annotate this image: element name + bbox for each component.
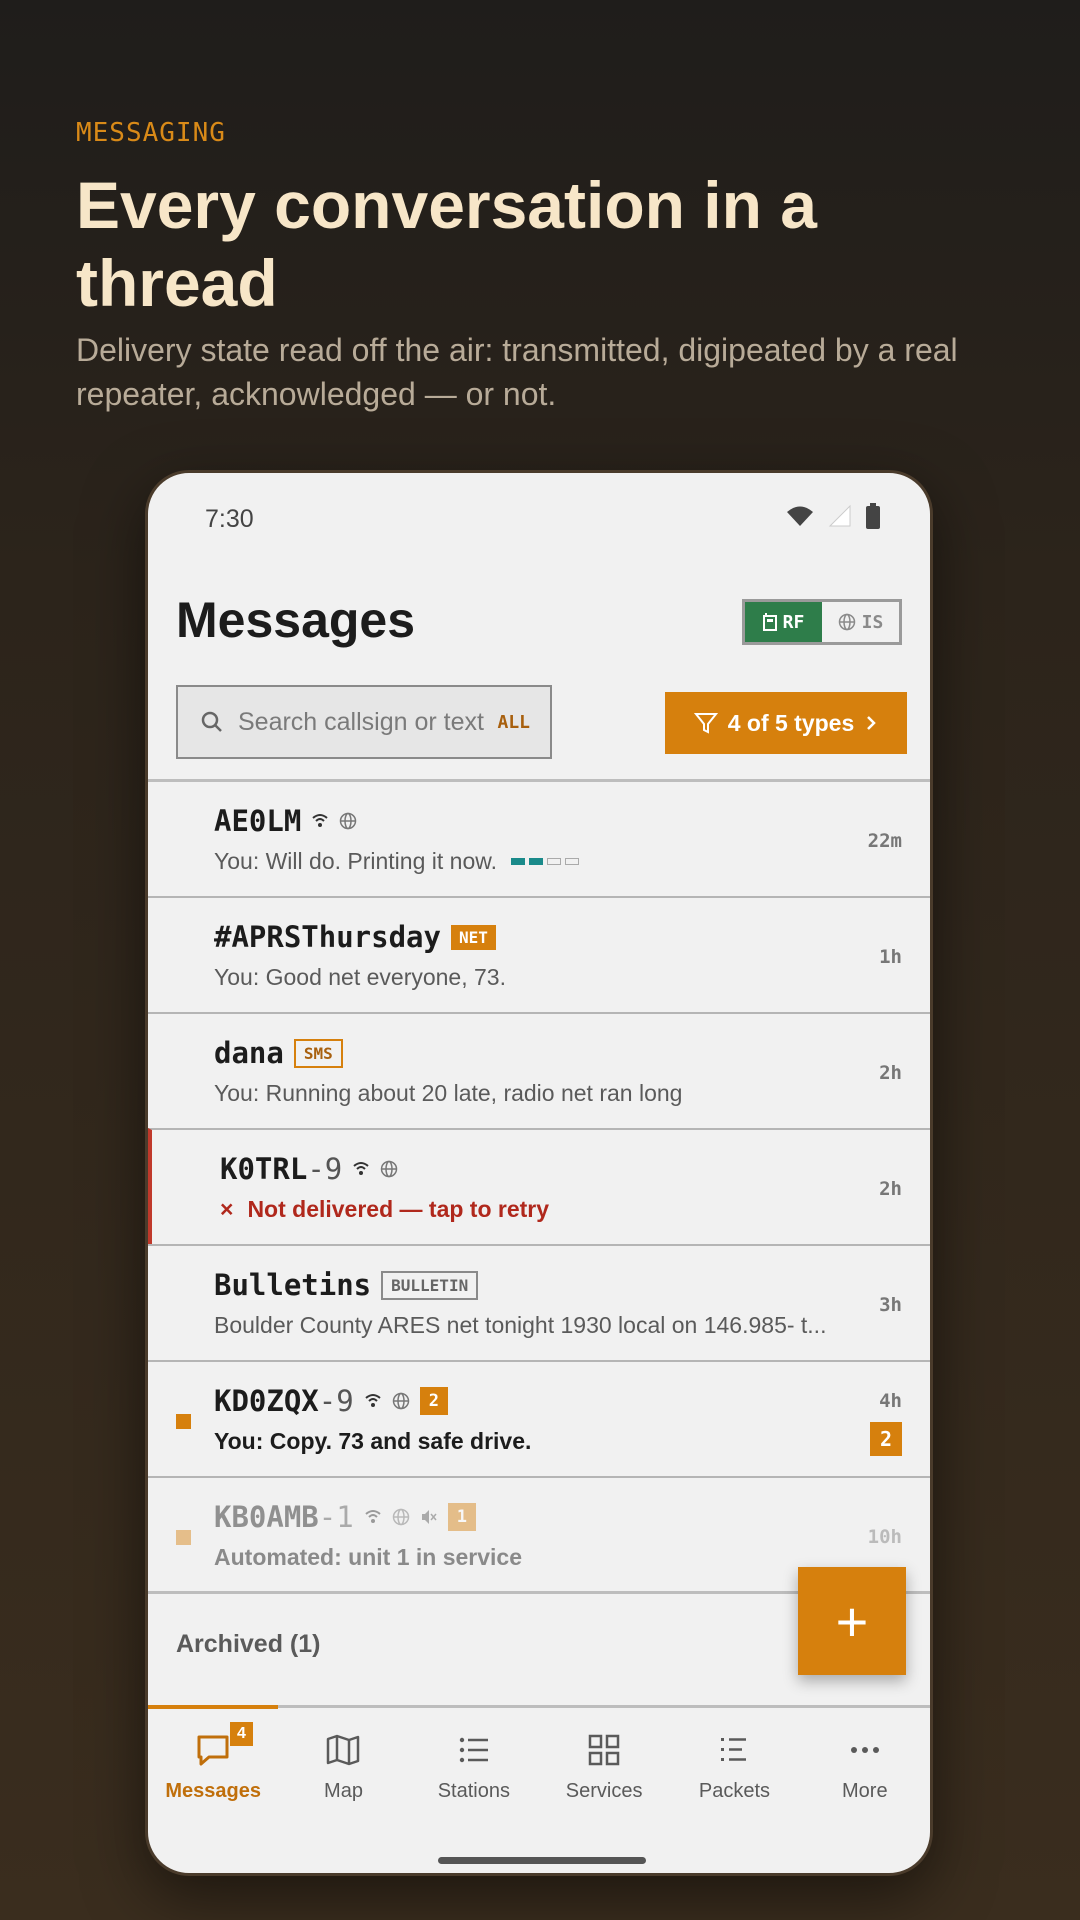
section-eyebrow: MESSAGING (76, 118, 226, 148)
messages-badge: 4 (230, 1722, 253, 1746)
wifi-icon (787, 506, 813, 526)
muted-speaker-icon (421, 1510, 437, 1524)
battery-icon (866, 503, 880, 529)
thread-row-unread[interactable]: KD0ZQX-9 2 You: Copy. 73 and safe drive.… (148, 1360, 930, 1476)
search-scope-button[interactable]: ALL (497, 712, 530, 733)
globe-icon (392, 1392, 409, 1410)
is-label: IS (861, 611, 884, 633)
delivery-state-indicator (510, 858, 579, 865)
retry-message[interactable]: × Not delivered — tap to retry (220, 1196, 860, 1223)
rf-is-toggle[interactable]: RF IS (742, 599, 902, 645)
is-toggle-option[interactable]: IS (822, 602, 899, 642)
nav-label: Services (565, 1780, 643, 1802)
nav-messages[interactable]: 4 Messages (148, 1708, 278, 1838)
cell-signal-icon (828, 504, 851, 527)
thread-preview: You: Running about 20 late, radio net ra… (214, 1080, 683, 1106)
unread-indicator (176, 1530, 191, 1545)
thread-preview: Not delivered — tap to retry (247, 1196, 550, 1222)
thread-preview: You: Will do. Printing it now. (214, 848, 497, 874)
message-count-badge: 1 (447, 1503, 476, 1531)
bottom-nav: 4 Messages Map Stations Services Packets… (148, 1705, 930, 1838)
nav-label: Map (324, 1780, 363, 1802)
thread-callsign: K0TRL-9 (220, 1152, 343, 1186)
search-icon (201, 711, 222, 732)
nav-label: Stations (437, 1780, 510, 1802)
rf-toggle-option[interactable]: RF (745, 602, 822, 642)
thread-time: 22m (867, 830, 902, 852)
error-mark: × (220, 1196, 234, 1222)
thread-callsign: Bulletins (214, 1268, 372, 1302)
grid-icon (588, 1734, 620, 1766)
nav-services[interactable]: Services (539, 1708, 669, 1838)
thread-callsign: dana (214, 1036, 284, 1070)
thread-row[interactable]: dana SMS You: Running about 20 late, rad… (148, 1012, 930, 1128)
radio-icon (762, 613, 777, 631)
sms-tag: SMS (293, 1038, 343, 1068)
search-placeholder: Search callsign or text (238, 707, 484, 736)
thread-callsign: #APRSThursday (214, 920, 441, 954)
rf-label: RF (782, 611, 805, 633)
rf-signal-icon (312, 814, 328, 827)
message-count-badge: 2 (419, 1387, 448, 1415)
thread-row[interactable]: AE0LM You: Will do. Printing it now. 22m (148, 779, 930, 896)
nav-more[interactable]: More (800, 1708, 930, 1838)
unread-count-badge: 2 (869, 1422, 902, 1456)
thread-preview: You: Good net everyone, 73. (214, 964, 506, 990)
new-message-button[interactable]: + (798, 1567, 906, 1675)
phone-frame: 7:30 Messages RF IS Search callsign or t… (145, 470, 933, 1876)
thread-callsign: KB0AMB-1 (214, 1500, 354, 1534)
hero-subhead: Delivery state read off the air: transmi… (76, 332, 958, 412)
list-icon (459, 1737, 488, 1763)
page-title: Messages (176, 592, 416, 648)
thread-time: 1h (879, 946, 902, 968)
search-input[interactable]: Search callsign or text ALL (176, 685, 552, 759)
status-bar: 7:30 (148, 473, 930, 563)
type-filter-button[interactable]: 4 of 5 types (665, 692, 907, 754)
thread-preview: Boulder County ARES net tonight 1930 loc… (214, 1312, 827, 1338)
thread-callsign: KD0ZQX-9 (214, 1384, 354, 1418)
nav-label: Messages (165, 1780, 261, 1802)
net-tag: NET (450, 924, 496, 950)
thread-preview: You: Copy. 73 and safe drive. (214, 1428, 532, 1454)
thread-time: 3h (879, 1294, 902, 1316)
unread-indicator (176, 1414, 191, 1429)
rf-signal-icon (365, 1510, 381, 1523)
thread-row[interactable]: #APRSThursday NET You: Good net everyone… (148, 896, 930, 1012)
archived-label: Archived (1) (176, 1630, 321, 1658)
thread-time: 4h (879, 1390, 902, 1412)
chat-bubble-icon (197, 1735, 229, 1766)
filter-label: 4 of 5 types (727, 709, 855, 736)
filter-icon (693, 713, 718, 734)
bulletin-tag: BULLETIN (381, 1270, 479, 1300)
hero-headline: Every conversation in a thread (76, 168, 817, 320)
globe-icon (838, 613, 855, 631)
globe-icon (392, 1508, 409, 1526)
thread-time: 2h (879, 1178, 902, 1200)
globe-icon (340, 812, 357, 830)
nav-stations[interactable]: Stations (409, 1708, 539, 1838)
nav-packets[interactable]: Packets (669, 1708, 799, 1838)
nav-label: More (842, 1780, 888, 1802)
status-time: 7:30 (205, 505, 254, 533)
nav-map[interactable]: Map (278, 1708, 408, 1838)
packet-list-icon (721, 1738, 747, 1761)
thread-time: 2h (879, 1062, 902, 1084)
home-indicator[interactable] (438, 1857, 646, 1864)
thread-row[interactable]: Bulletins BULLETIN Boulder County ARES n… (148, 1244, 930, 1360)
thread-row-failed[interactable]: K0TRL-9 × Not delivered — tap to retry 2h (148, 1128, 930, 1244)
chevron-right-icon (867, 716, 877, 730)
rf-signal-icon (353, 1162, 369, 1175)
globe-icon (380, 1160, 398, 1178)
thread-time: 10h (867, 1526, 902, 1548)
rf-signal-icon (365, 1394, 381, 1407)
thread-list: AE0LM You: Will do. Printing it now. 22m… (148, 779, 930, 1592)
map-icon (327, 1734, 360, 1766)
nav-label: Packets (698, 1780, 771, 1802)
thread-callsign: AE0LM (214, 804, 302, 838)
thread-preview: Automated: unit 1 in service (214, 1544, 523, 1570)
more-dots-icon (850, 1747, 879, 1753)
